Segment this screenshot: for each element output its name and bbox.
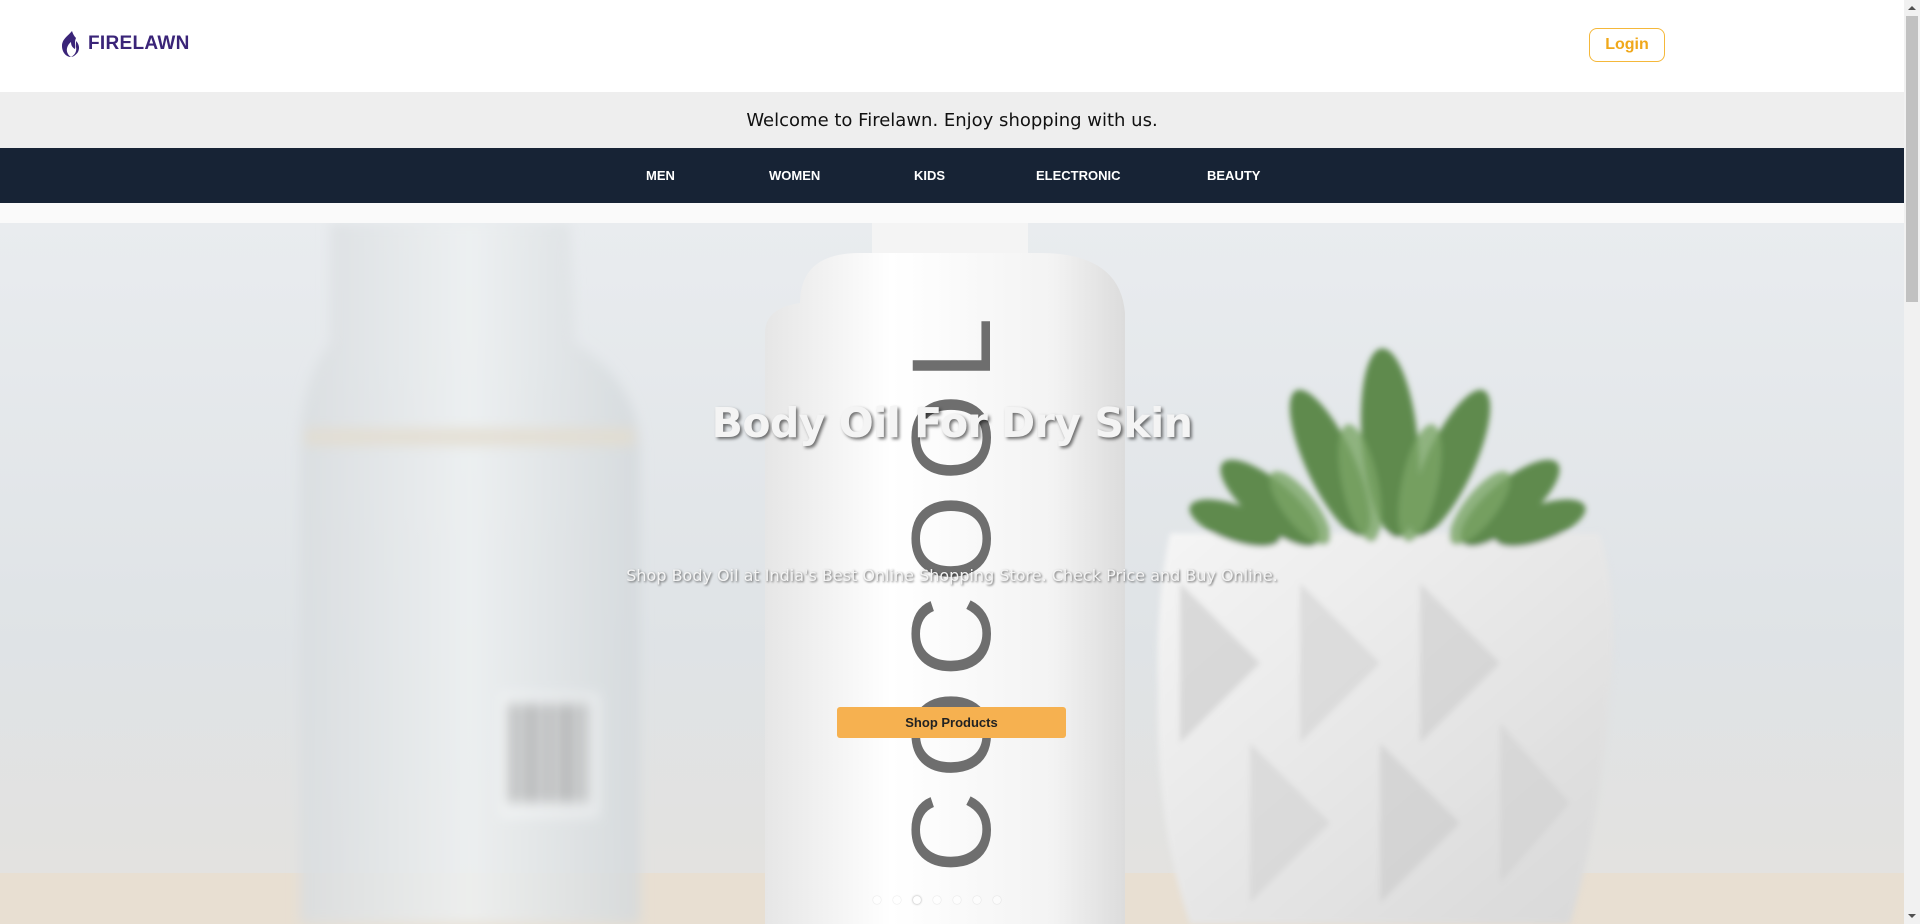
nav-item-men[interactable]: MEN: [646, 148, 675, 203]
category-nav: MEN WOMEN KIDS ELECTRONIC BEAUTY: [0, 148, 1904, 203]
nav-item-kids[interactable]: KIDS: [914, 148, 945, 203]
hero-title: Body Oil For Dry Skin: [711, 399, 1193, 447]
carousel-dot[interactable]: [953, 896, 961, 904]
brand-logo[interactable]: FIRELAWN: [58, 30, 190, 58]
carousel-dot[interactable]: [893, 896, 901, 904]
chevron-up-icon[interactable]: [1904, 0, 1920, 16]
carousel-dot[interactable]: [973, 896, 981, 904]
nav-item-electronic[interactable]: ELECTRONIC: [1036, 148, 1121, 203]
bottle-brand-text: COCOOL: [889, 304, 1014, 873]
carousel-dot[interactable]: [873, 896, 881, 904]
brand-name: FIRELAWN: [88, 33, 190, 54]
carousel-dot-active[interactable]: [913, 896, 921, 904]
welcome-banner: Welcome to Firelawn. Enjoy shopping with…: [0, 92, 1904, 148]
login-button[interactable]: Login: [1589, 28, 1665, 62]
scrollbar-thumb[interactable]: [1906, 16, 1918, 302]
nav-item-beauty[interactable]: BEAUTY: [1207, 148, 1260, 203]
flame-icon: [58, 30, 82, 58]
spacer: [0, 203, 1904, 223]
carousel-dot[interactable]: [933, 896, 941, 904]
hero-subtitle: Shop Body Oil at India's Best Online Sho…: [626, 566, 1278, 585]
welcome-text: Welcome to Firelawn. Enjoy shopping with…: [746, 109, 1158, 131]
vertical-scrollbar[interactable]: [1904, 0, 1920, 924]
nav-item-women[interactable]: WOMEN: [769, 148, 820, 203]
carousel-dot[interactable]: [993, 896, 1001, 904]
site-header: FIRELAWN Login: [0, 0, 1904, 92]
shop-products-button[interactable]: Shop Products: [837, 707, 1066, 738]
carousel-indicators: [873, 896, 1001, 904]
hero-carousel: COCOOL Body Oil For Dry Skin Shop Body O…: [0, 223, 1904, 924]
chevron-down-icon[interactable]: [1904, 908, 1920, 924]
page: FIRELAWN Login Welcome to Firelawn. Enjo…: [0, 0, 1904, 924]
